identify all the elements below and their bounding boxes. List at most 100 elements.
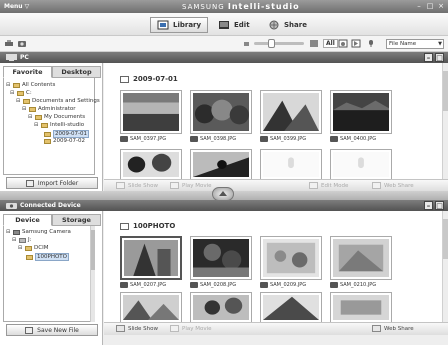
zoom-out-icon[interactable] [242, 39, 252, 48]
tree-label-selected: 100PHOTO [35, 253, 69, 261]
device-content-area: 100PHOTO SAM_0207.JPG SAM_0208.JPG SAM_0… [104, 211, 448, 322]
photo-image [193, 93, 249, 131]
zoom-slider-knob[interactable] [268, 39, 275, 48]
device-scrollbar-thumb[interactable] [443, 219, 448, 259]
view-toolbar: All File Name ▼ [0, 36, 448, 52]
zoom-slider[interactable] [254, 39, 304, 48]
thumbnail-frame [330, 292, 392, 322]
tree-item-2009-07-02[interactable]: 2009-07-02 [44, 138, 85, 144]
pc-edit-mode-button[interactable]: Edit Mode [309, 182, 348, 189]
photo-thumbnail[interactable] [260, 292, 322, 322]
tab-favorite[interactable]: Favorite [3, 66, 52, 78]
pc-minimize-button[interactable]: – [424, 53, 433, 62]
thumbnail-frame [330, 149, 392, 179]
web-share-label: Web Share [384, 182, 414, 189]
filter-voice-icon[interactable] [366, 39, 376, 48]
tree-item-samsung-camera[interactable]: ⊟ Samsung Camera [6, 229, 71, 235]
pc-section-controls: – □ [424, 53, 444, 62]
filename: SAM_0398.JPG [200, 136, 237, 142]
tree-item-2009-07-01[interactable]: 2009-07-01 [44, 130, 89, 138]
device-folder-heading: 100PHOTO [120, 222, 175, 230]
tree-item-100photo[interactable]: 100PHOTO [26, 253, 69, 261]
pc-folder-heading: 2009-07-01 [120, 75, 178, 83]
share-icon [269, 20, 279, 30]
menu-button[interactable]: Menu ▽ [4, 3, 29, 10]
tree-item-j-drive[interactable]: ⊟ J: [12, 237, 31, 243]
minimize-button[interactable]: – [415, 2, 423, 10]
slide-show-label: Slide Show [128, 325, 159, 332]
thumbnail-frame [120, 236, 182, 280]
zoom-in-icon[interactable] [309, 39, 319, 48]
tree-label: Intelli-studio [50, 122, 85, 128]
edit-mode-button[interactable]: Edit [212, 17, 256, 33]
slideshow-icon [116, 182, 125, 189]
camera-icon[interactable] [17, 39, 27, 48]
camera-icon [190, 282, 198, 288]
library-mode-button[interactable]: Library [150, 17, 209, 33]
device-maximize-button[interactable]: □ [435, 201, 444, 210]
photo-thumbnail[interactable]: SAM_0399.JPG [260, 90, 322, 142]
tree-label: Documents and Settings [32, 98, 100, 104]
pc-slide-show-button[interactable]: Slide Show [116, 182, 158, 189]
voice-thumbnail[interactable] [330, 149, 392, 179]
photo-thumbnail[interactable]: SAM_0398.JPG [190, 90, 252, 142]
printer-icon[interactable] [4, 39, 14, 48]
tree-item-administrator[interactable]: ⊟ Administrator [22, 106, 76, 112]
thumbnail-frame [120, 149, 182, 179]
eject-icon[interactable] [212, 187, 234, 201]
close-button[interactable]: × [437, 2, 445, 10]
tree-item-intelli-studio[interactable]: ⊟ Intelli-studio [34, 122, 84, 128]
photo-thumbnail[interactable] [190, 292, 252, 322]
edit-icon [309, 182, 318, 189]
tab-storage[interactable]: Storage [52, 214, 101, 226]
device-slide-show-button[interactable]: Slide Show [116, 325, 158, 332]
photo-thumbnail[interactable]: SAM_0210.JPG [330, 236, 392, 288]
tab-desktop[interactable]: Desktop [52, 66, 101, 78]
tree-item-c-drive[interactable]: ⊟ C: [10, 90, 32, 96]
save-icon [25, 326, 34, 334]
app-brand: SAMSUNG Intelli-studio [182, 2, 300, 11]
pc-section-header: PC – □ [0, 52, 448, 63]
pc-scrollbar-thumb[interactable] [443, 71, 448, 111]
device-tree-scrollbar[interactable] [90, 226, 95, 322]
device-web-share-button[interactable]: Web Share [372, 325, 414, 332]
photo-thumbnail[interactable] [330, 292, 392, 322]
tree-item-documents-and-settings[interactable]: ⊟ Documents and Settings [16, 98, 100, 104]
photo-image [193, 239, 249, 277]
photo-thumbnail[interactable]: SAM_0397.JPG [120, 90, 182, 142]
device-minimize-button[interactable]: – [424, 201, 433, 210]
photo-thumbnail[interactable] [120, 292, 182, 322]
photo-thumbnail[interactable]: SAM_0207.JPG [120, 236, 182, 288]
photo-thumbnail[interactable] [120, 149, 182, 179]
share-mode-button[interactable]: Share [262, 17, 313, 33]
pc-maximize-button[interactable]: □ [435, 53, 444, 62]
tree-label: 2009-07-02 [53, 138, 85, 144]
photo-thumbnail[interactable]: SAM_0208.JPG [190, 236, 252, 288]
filter-photo-icon[interactable] [338, 39, 348, 48]
video-image [193, 152, 249, 177]
filter-all-button[interactable]: All [323, 39, 338, 48]
tree-item-all-contents[interactable]: ⊟ All Contents [6, 82, 55, 88]
camera-icon [330, 136, 338, 142]
library-icon [157, 20, 169, 30]
pc-scrollbar[interactable] [442, 63, 448, 179]
thumbnail-frame [330, 236, 392, 280]
photo-thumbnail[interactable]: SAM_0400.JPG [330, 90, 392, 142]
maximize-button[interactable]: □ [426, 2, 434, 10]
tab-device[interactable]: Device [3, 214, 52, 226]
device-scrollbar[interactable] [442, 211, 448, 322]
filter-video-icon[interactable] [351, 39, 361, 48]
device-play-movie-button[interactable]: Play Movie [170, 325, 212, 332]
import-folder-button[interactable]: Import Folder [6, 177, 98, 189]
tree-item-my-documents[interactable]: ⊟ My Documents [28, 114, 85, 120]
photo-image [193, 295, 249, 320]
voice-thumbnail[interactable] [260, 149, 322, 179]
photo-thumbnail[interactable]: SAM_0209.JPG [260, 236, 322, 288]
save-new-file-button[interactable]: Save New File [6, 324, 98, 336]
sort-select[interactable]: File Name ▼ [386, 39, 444, 49]
video-thumbnail[interactable] [190, 149, 252, 179]
pc-play-movie-button[interactable]: Play Movie [170, 182, 212, 189]
pc-web-share-button[interactable]: Web Share [372, 182, 414, 189]
tree-item-dcim[interactable]: ⊟ DCIM [18, 245, 48, 251]
device-tree-scrollbar-thumb[interactable] [91, 230, 95, 270]
